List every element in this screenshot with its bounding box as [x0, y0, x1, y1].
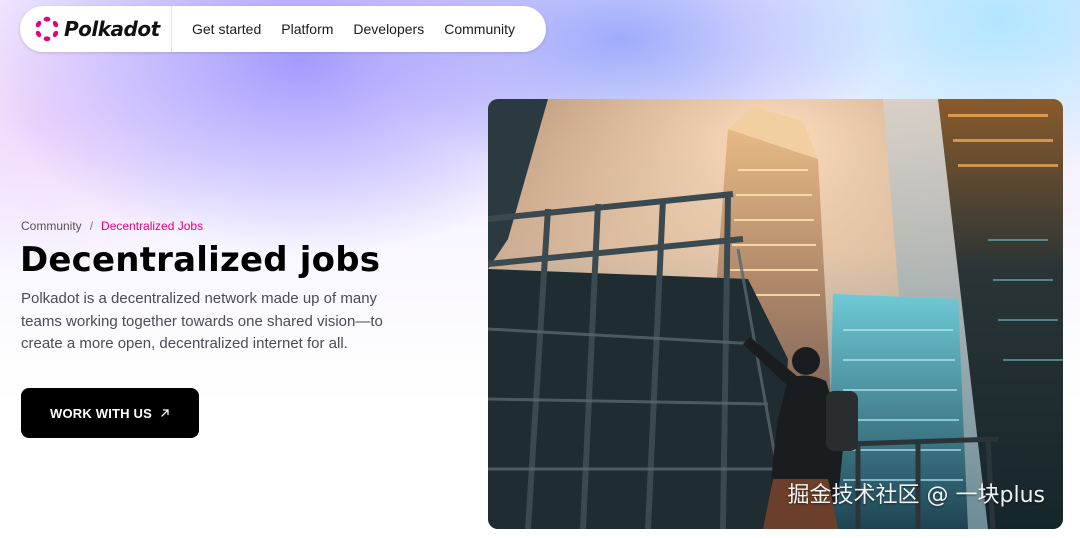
breadcrumb-separator: /	[89, 219, 94, 233]
watermark-text: 掘金技术社区 @ 一块plus	[787, 483, 1045, 508]
work-with-us-label: WORK WITH US	[49, 405, 153, 421]
brand-name: Polkadot	[64, 17, 160, 41]
nav-item-platform[interactable]: Platform	[281, 21, 333, 37]
nav-item-community[interactable]: Community	[444, 21, 515, 37]
hero-description: Polkadot is a decentralized network made…	[21, 290, 383, 352]
city-night-climber-photo	[488, 99, 1063, 529]
nav-item-get-started[interactable]: Get started	[192, 21, 261, 37]
breadcrumb-current: Decentralized Jobs	[101, 219, 204, 233]
page-title: Decentralized jobs	[20, 240, 381, 280]
work-with-us-button[interactable]: WORK WITH US	[21, 388, 199, 438]
breadcrumb-parent[interactable]: Community	[21, 219, 82, 233]
nav-items: Get started Platform Developers Communit…	[172, 21, 515, 37]
polkadot-logo-icon	[35, 16, 59, 42]
nav-item-developers[interactable]: Developers	[353, 21, 424, 37]
brand-logo[interactable]: Polkadot	[20, 6, 172, 52]
arrow-up-right-icon	[160, 408, 170, 418]
page: Polkadot Get started Platform Developers…	[0, 0, 1080, 538]
top-nav: Polkadot Get started Platform Developers…	[20, 6, 546, 52]
hero-image: 掘金技术社区 @ 一块plus	[488, 99, 1063, 529]
breadcrumb: Community / Decentralized Jobs	[21, 219, 203, 233]
